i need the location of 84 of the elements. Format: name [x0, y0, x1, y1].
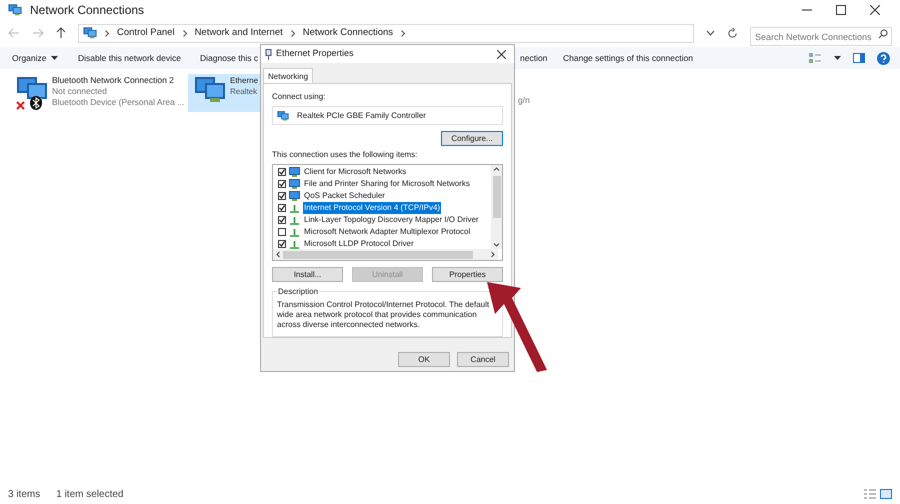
dropdown-icon[interactable]	[706, 30, 715, 36]
group-label: Description	[277, 286, 320, 298]
chevron-icon[interactable]	[105, 30, 109, 36]
ethernet-port-icon	[265, 48, 272, 60]
toolbar-button[interactable]: Diagnose this c	[200, 52, 258, 64]
device-name: Realtek	[230, 86, 258, 97]
network-adapter-icon	[277, 110, 289, 122]
toolbar-button[interactable]: Change settings of this connection	[563, 52, 693, 64]
horizontal-scrollbar[interactable]	[273, 249, 498, 260]
list-item[interactable]: Microsoft Network Adapter Multiplexor Protocol	[303, 226, 472, 238]
view-options-icon[interactable]	[808, 52, 822, 64]
search-icon[interactable]	[878, 28, 888, 38]
adapter-name: Realtek PCIe GBE Family Controller	[297, 110, 426, 122]
scroll-right-icon[interactable]	[491, 251, 495, 258]
bluetooth-icon	[30, 96, 42, 110]
computer-icon	[289, 179, 300, 189]
breadcrumb[interactable]: Network and Internet	[194, 26, 283, 40]
checkbox[interactable]	[278, 168, 286, 176]
chevron-icon[interactable]	[290, 30, 295, 36]
preview-pane-icon[interactable]	[853, 53, 865, 63]
action-button: Uninstall	[352, 267, 423, 282]
checkbox[interactable]	[278, 228, 286, 236]
list-item[interactable]: Internet Protocol Version 4 (TCP/IPv4)	[303, 202, 442, 214]
caret-icon	[50, 56, 58, 60]
checkbox[interactable]	[278, 240, 286, 248]
protocol-icon	[289, 215, 300, 225]
dialog-button[interactable]: Cancel	[457, 352, 509, 367]
list-item[interactable]: Link-Layer Topology Discovery Mapper I/O Driver	[303, 214, 480, 226]
connection-status: Not connected	[52, 86, 108, 97]
protocol-icon	[289, 203, 300, 213]
action-button[interactable]: Install...	[272, 267, 343, 282]
configure-button[interactable]: Configure...	[441, 131, 503, 146]
vertical-scrollbar[interactable]	[491, 165, 502, 249]
list-item[interactable]: QoS Packet Scheduler	[303, 190, 386, 202]
computer-icon	[289, 167, 300, 177]
maximize-icon[interactable]	[836, 5, 846, 15]
toolbar-button[interactable]: Disable this network device	[78, 52, 181, 64]
scroll-up-icon[interactable]	[493, 167, 500, 171]
selection-count: 1 item selected	[56, 488, 124, 502]
checkbox[interactable]	[278, 192, 286, 200]
list-item[interactable]: Client for Microsoft Networks	[303, 166, 408, 178]
scroll-down-icon[interactable]	[493, 243, 500, 247]
chevron-icon[interactable]	[401, 30, 406, 36]
connection-item[interactable]: Bluetooth Network Connection 2 Not connected Bluetooth Device (Personal Area ...	[10, 74, 188, 112]
list-item[interactable]: Microsoft LLDP Protocol Driver	[303, 238, 415, 250]
address-field[interactable]: Control Panel Network and Internet Network Connections	[78, 24, 694, 42]
refresh-icon[interactable]	[727, 28, 738, 38]
caret-icon[interactable]	[834, 56, 841, 60]
search-field[interactable]: Search Network Connections	[750, 27, 892, 46]
scroll-left-icon[interactable]	[276, 251, 280, 258]
description-text: Transmission Control Protocol/Internet Protocol. The default wide area network protocol that provides communication across diverse interconnected networks.	[277, 300, 490, 330]
details-view-icon[interactable]	[864, 489, 876, 499]
location-icon	[83, 26, 97, 40]
protocol-icon	[289, 239, 300, 249]
toolbar-button[interactable]: nection	[520, 52, 548, 64]
window-title: Network Connections	[30, 2, 144, 19]
close-icon[interactable]	[870, 5, 880, 15]
close-icon[interactable]	[497, 50, 506, 58]
breadcrumb[interactable]: Control Panel	[117, 26, 175, 40]
list-item[interactable]: File and Printer Sharing for Microsoft Networks	[303, 178, 471, 190]
tab[interactable]: Networking	[263, 68, 314, 83]
protocol-icon	[289, 227, 300, 237]
connection-name[interactable]: Bluetooth Network Connection 2	[52, 75, 184, 86]
device-name: g/n	[518, 94, 530, 107]
dialog-title: Ethernet Properties	[276, 47, 354, 60]
tiles-view-icon[interactable]	[880, 489, 892, 499]
field-label: Connect using:	[272, 91, 326, 103]
checkbox[interactable]	[278, 216, 286, 224]
checkbox[interactable]	[278, 180, 286, 188]
connection-name[interactable]: Etherne	[230, 75, 258, 86]
list-label: This connection uses the following items:	[272, 149, 418, 161]
action-button[interactable]: Properties	[432, 267, 503, 282]
checkbox[interactable]	[278, 204, 286, 212]
help-icon[interactable]	[877, 52, 890, 64]
up-icon[interactable]	[56, 27, 66, 39]
breadcrumb[interactable]: Network Connections	[302, 26, 394, 40]
device-name: Bluetooth Device (Personal Area ...	[52, 97, 184, 108]
chevron-icon[interactable]	[182, 30, 187, 36]
app-network-icon	[8, 3, 22, 17]
dialog-button[interactable]: OK	[398, 352, 450, 367]
computer-icon	[289, 191, 300, 201]
disconnected-icon	[16, 101, 25, 110]
toolbar-button[interactable]: Organize	[12, 52, 58, 64]
item-count: 3 items	[8, 488, 40, 502]
